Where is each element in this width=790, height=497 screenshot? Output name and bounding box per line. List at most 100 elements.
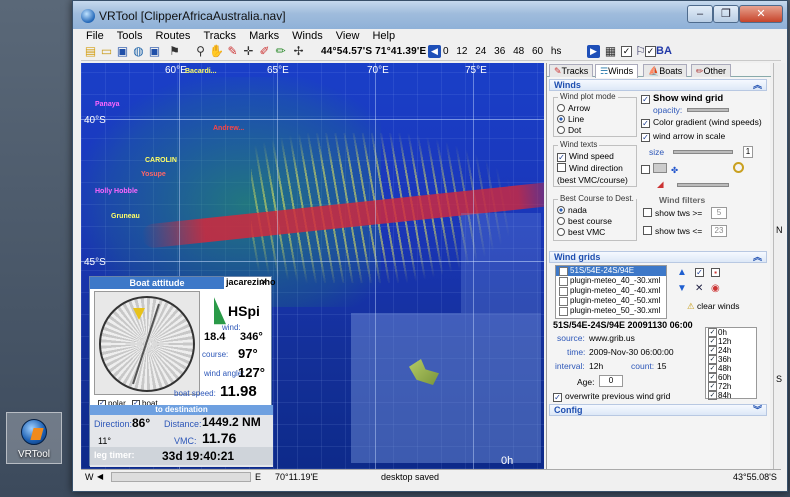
open-folder-icon[interactable]: ▭ (99, 44, 114, 59)
plot-dot-option[interactable]: Dot (557, 125, 581, 135)
close-icon[interactable]: ✕ (260, 277, 268, 288)
menu-winds[interactable]: Winds (287, 29, 328, 43)
horizontal-scrollbar[interactable] (111, 472, 251, 482)
time-step-0[interactable]: 0 (443, 46, 449, 57)
list-item[interactable]: 72h (706, 382, 756, 391)
wind-arrow-scale-checkbox[interactable]: ✓ (641, 133, 650, 142)
waypoint-label[interactable]: Holly Hobble (95, 188, 138, 195)
wind-direction-option[interactable]: Wind direction (557, 163, 623, 173)
plot-line-option[interactable]: Line (557, 114, 584, 124)
time-forward-icon[interactable]: ▶ (587, 45, 600, 58)
save-icon[interactable]: ▣ (115, 44, 130, 59)
color-swatch-icon[interactable] (653, 163, 667, 173)
hand-pan-icon[interactable]: ✋ (209, 44, 224, 59)
wind-direction-checkbox[interactable] (557, 163, 566, 172)
grid-checkbox[interactable]: ✓ (621, 46, 632, 57)
wind-grids-section-header[interactable]: Wind grids ︽ (549, 251, 767, 263)
list-item[interactable]: plugin-meteo_40_-30.xml (556, 276, 666, 286)
time-step-24[interactable]: 24 (475, 46, 486, 57)
forecast-hours-list[interactable]: 0h 12h 24h 36h 48h 60h 72h 84h (705, 327, 757, 400)
desktop-vrtool-icon[interactable]: VRTool (6, 412, 62, 464)
show-tws-lte-checkbox[interactable] (643, 226, 652, 235)
time-step-hs[interactable]: hs (551, 46, 562, 57)
grid-settings-icon[interactable]: ▪ (711, 266, 723, 277)
list-item[interactable]: plugin-meteo_40_-50.xml (556, 296, 666, 306)
arrow-down-icon[interactable]: ▼ (677, 283, 687, 294)
brush-icon[interactable]: ✏ (273, 44, 288, 59)
scroll-left-icon[interactable]: ◀ (97, 472, 103, 481)
gradient-slider[interactable] (677, 183, 729, 187)
plot-dot-radio[interactable] (557, 126, 565, 134)
show-tws-lte-option[interactable]: show tws <= (643, 226, 702, 236)
arrow-up-icon[interactable]: ▲ (677, 267, 687, 278)
tws-max-input[interactable]: 23 (711, 225, 727, 237)
config-section-header[interactable]: Config ︾ (549, 404, 767, 416)
ba-checkbox[interactable]: ✓ (645, 46, 656, 57)
show-wind-grid-option[interactable]: ✓ Show wind grid (641, 93, 723, 104)
menu-marks[interactable]: Marks (244, 29, 284, 43)
pen-icon[interactable]: ✎ (225, 44, 240, 59)
overwrite-option[interactable]: ✓ overwrite previous wind grid (553, 391, 670, 402)
list-item[interactable]: 24h (706, 346, 756, 355)
list-item[interactable]: 0h (706, 328, 756, 337)
waypoint-label[interactable]: CAROLIN (145, 157, 177, 164)
menu-tracks[interactable]: Tracks (198, 29, 241, 43)
wind-grid-list[interactable]: 51S/54E-24S/94E 2009113 plugin-meteo_40_… (555, 265, 667, 319)
list-item[interactable]: plugin-meteo_40_-40.xml (556, 286, 666, 296)
menu-routes[interactable]: Routes (151, 29, 196, 43)
save-as-icon[interactable]: ▣ (147, 44, 162, 59)
plot-arrow-radio[interactable] (557, 104, 565, 112)
list-item[interactable]: plugin-meteo_50_-30.xml (556, 306, 666, 316)
menu-file[interactable]: File (81, 29, 109, 43)
time-step-48[interactable]: 48 (513, 46, 524, 57)
close-button[interactable]: ✕ (739, 5, 783, 23)
bc-best-course-radio[interactable] (557, 217, 565, 225)
wedge-icon[interactable]: ◢ (657, 179, 664, 190)
list-item[interactable]: 51S/54E-24S/94E 2009113 (556, 266, 666, 285)
wind-speed-option[interactable]: ✓ Wind speed (557, 151, 614, 162)
compass-icon[interactable]: ✛ (241, 44, 256, 59)
route-tool-icon[interactable]: ⚑ (167, 44, 182, 59)
menu-tools[interactable]: Tools (112, 29, 148, 43)
list-item[interactable]: 48h (706, 364, 756, 373)
bc-nada-radio[interactable] (557, 206, 565, 214)
show-wind-grid-checkbox[interactable]: ✓ (641, 95, 650, 104)
size-slider[interactable] (673, 150, 733, 154)
check-grid-icon[interactable]: ✓ (695, 266, 707, 277)
wind-arrow-scale-option[interactable]: ✓ wind arrow in scale (641, 131, 725, 142)
vertical-scrollbar[interactable]: N S (773, 63, 785, 469)
size-step-button[interactable]: 1 (743, 146, 753, 158)
globe-refresh-icon[interactable]: ◉ (711, 283, 720, 294)
menu-help[interactable]: Help (367, 29, 400, 43)
waypoint-label[interactable]: Yosupe (141, 171, 166, 178)
bc-best-vmc-option[interactable]: best VMC (557, 227, 605, 237)
tab-other[interactable]: ✏Other (691, 64, 732, 77)
ring-icon[interactable] (733, 162, 744, 175)
globe-icon[interactable]: ◍ (131, 44, 146, 59)
time-step-36[interactable]: 36 (494, 46, 505, 57)
wind-rose-icon[interactable]: ✤ (671, 165, 678, 175)
waypoint-label[interactable]: Andrew... (213, 125, 244, 132)
grid-icon[interactable]: ▦ (603, 44, 618, 59)
wind-speed-checkbox[interactable]: ✓ (557, 153, 566, 162)
tab-boats[interactable]: ⛵Boats (643, 64, 688, 77)
waypoint-label[interactable]: Bacardi... (185, 68, 217, 75)
bc-best-course-option[interactable]: best course (557, 216, 612, 226)
time-step-60[interactable]: 60 (532, 46, 543, 57)
bc-nada-option[interactable]: nada (557, 205, 587, 215)
plot-arrow-option[interactable]: Arrow (557, 103, 590, 113)
minimize-button[interactable]: – (687, 5, 713, 23)
clear-winds-button[interactable]: ⚠ clear winds (687, 301, 740, 312)
winds-section-header[interactable]: Winds ︽ (549, 79, 767, 91)
age-input[interactable]: 0 (599, 375, 623, 387)
waypoint-label[interactable]: Gruneau (111, 213, 140, 220)
delete-icon[interactable]: ✕ (695, 283, 703, 294)
color-option-checkbox[interactable] (641, 165, 650, 174)
color-gradient-checkbox[interactable]: ✓ (641, 119, 650, 128)
waypoint-label[interactable]: Panaya (95, 101, 120, 108)
color-gradient-option[interactable]: ✓ Color gradient (wind speeds) (641, 117, 762, 128)
list-item[interactable]: 60h (706, 373, 756, 382)
tws-min-input[interactable]: 5 (711, 207, 727, 219)
new-file-icon[interactable]: ▤ (83, 44, 98, 59)
time-step-12[interactable]: 12 (456, 46, 467, 57)
